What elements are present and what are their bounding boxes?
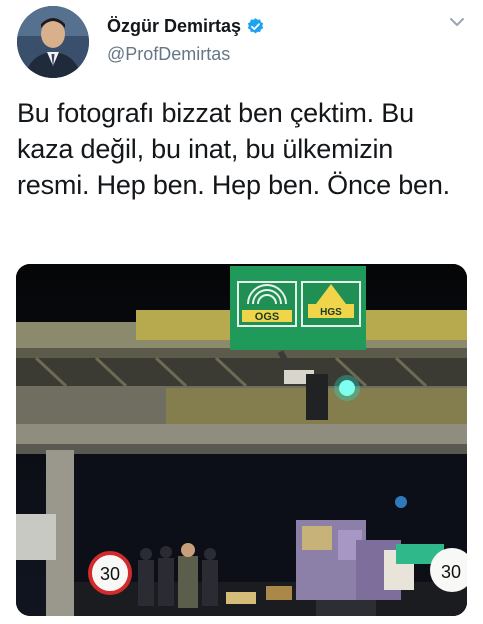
tweet-text: Bu fotografı bizzat ben çektim. Bu kaza …	[17, 98, 450, 200]
tweet-photo[interactable]: OGS HGS 30 30	[16, 264, 467, 616]
tweet-card: Özgür Demirtaş @ProfDemirtas Bu fotograf…	[0, 0, 483, 624]
speed-limit-right-label: 30	[441, 562, 461, 582]
profile-photo-icon	[17, 6, 89, 78]
author-display-name[interactable]: Özgür Demirtaş	[107, 16, 241, 37]
verified-badge-icon	[246, 17, 265, 36]
speed-limit-left-label: 30	[100, 564, 120, 584]
sign-left-label: OGS	[255, 311, 279, 323]
sign-right-label: HGS	[320, 307, 342, 318]
avatar[interactable]	[17, 6, 89, 78]
toll-booth-photo: OGS HGS 30 30	[16, 264, 467, 616]
chevron-down-icon[interactable]	[447, 14, 467, 30]
author-handle[interactable]: @ProfDemirtas	[107, 44, 230, 65]
author-name-row: Özgür Demirtaş	[107, 16, 265, 37]
